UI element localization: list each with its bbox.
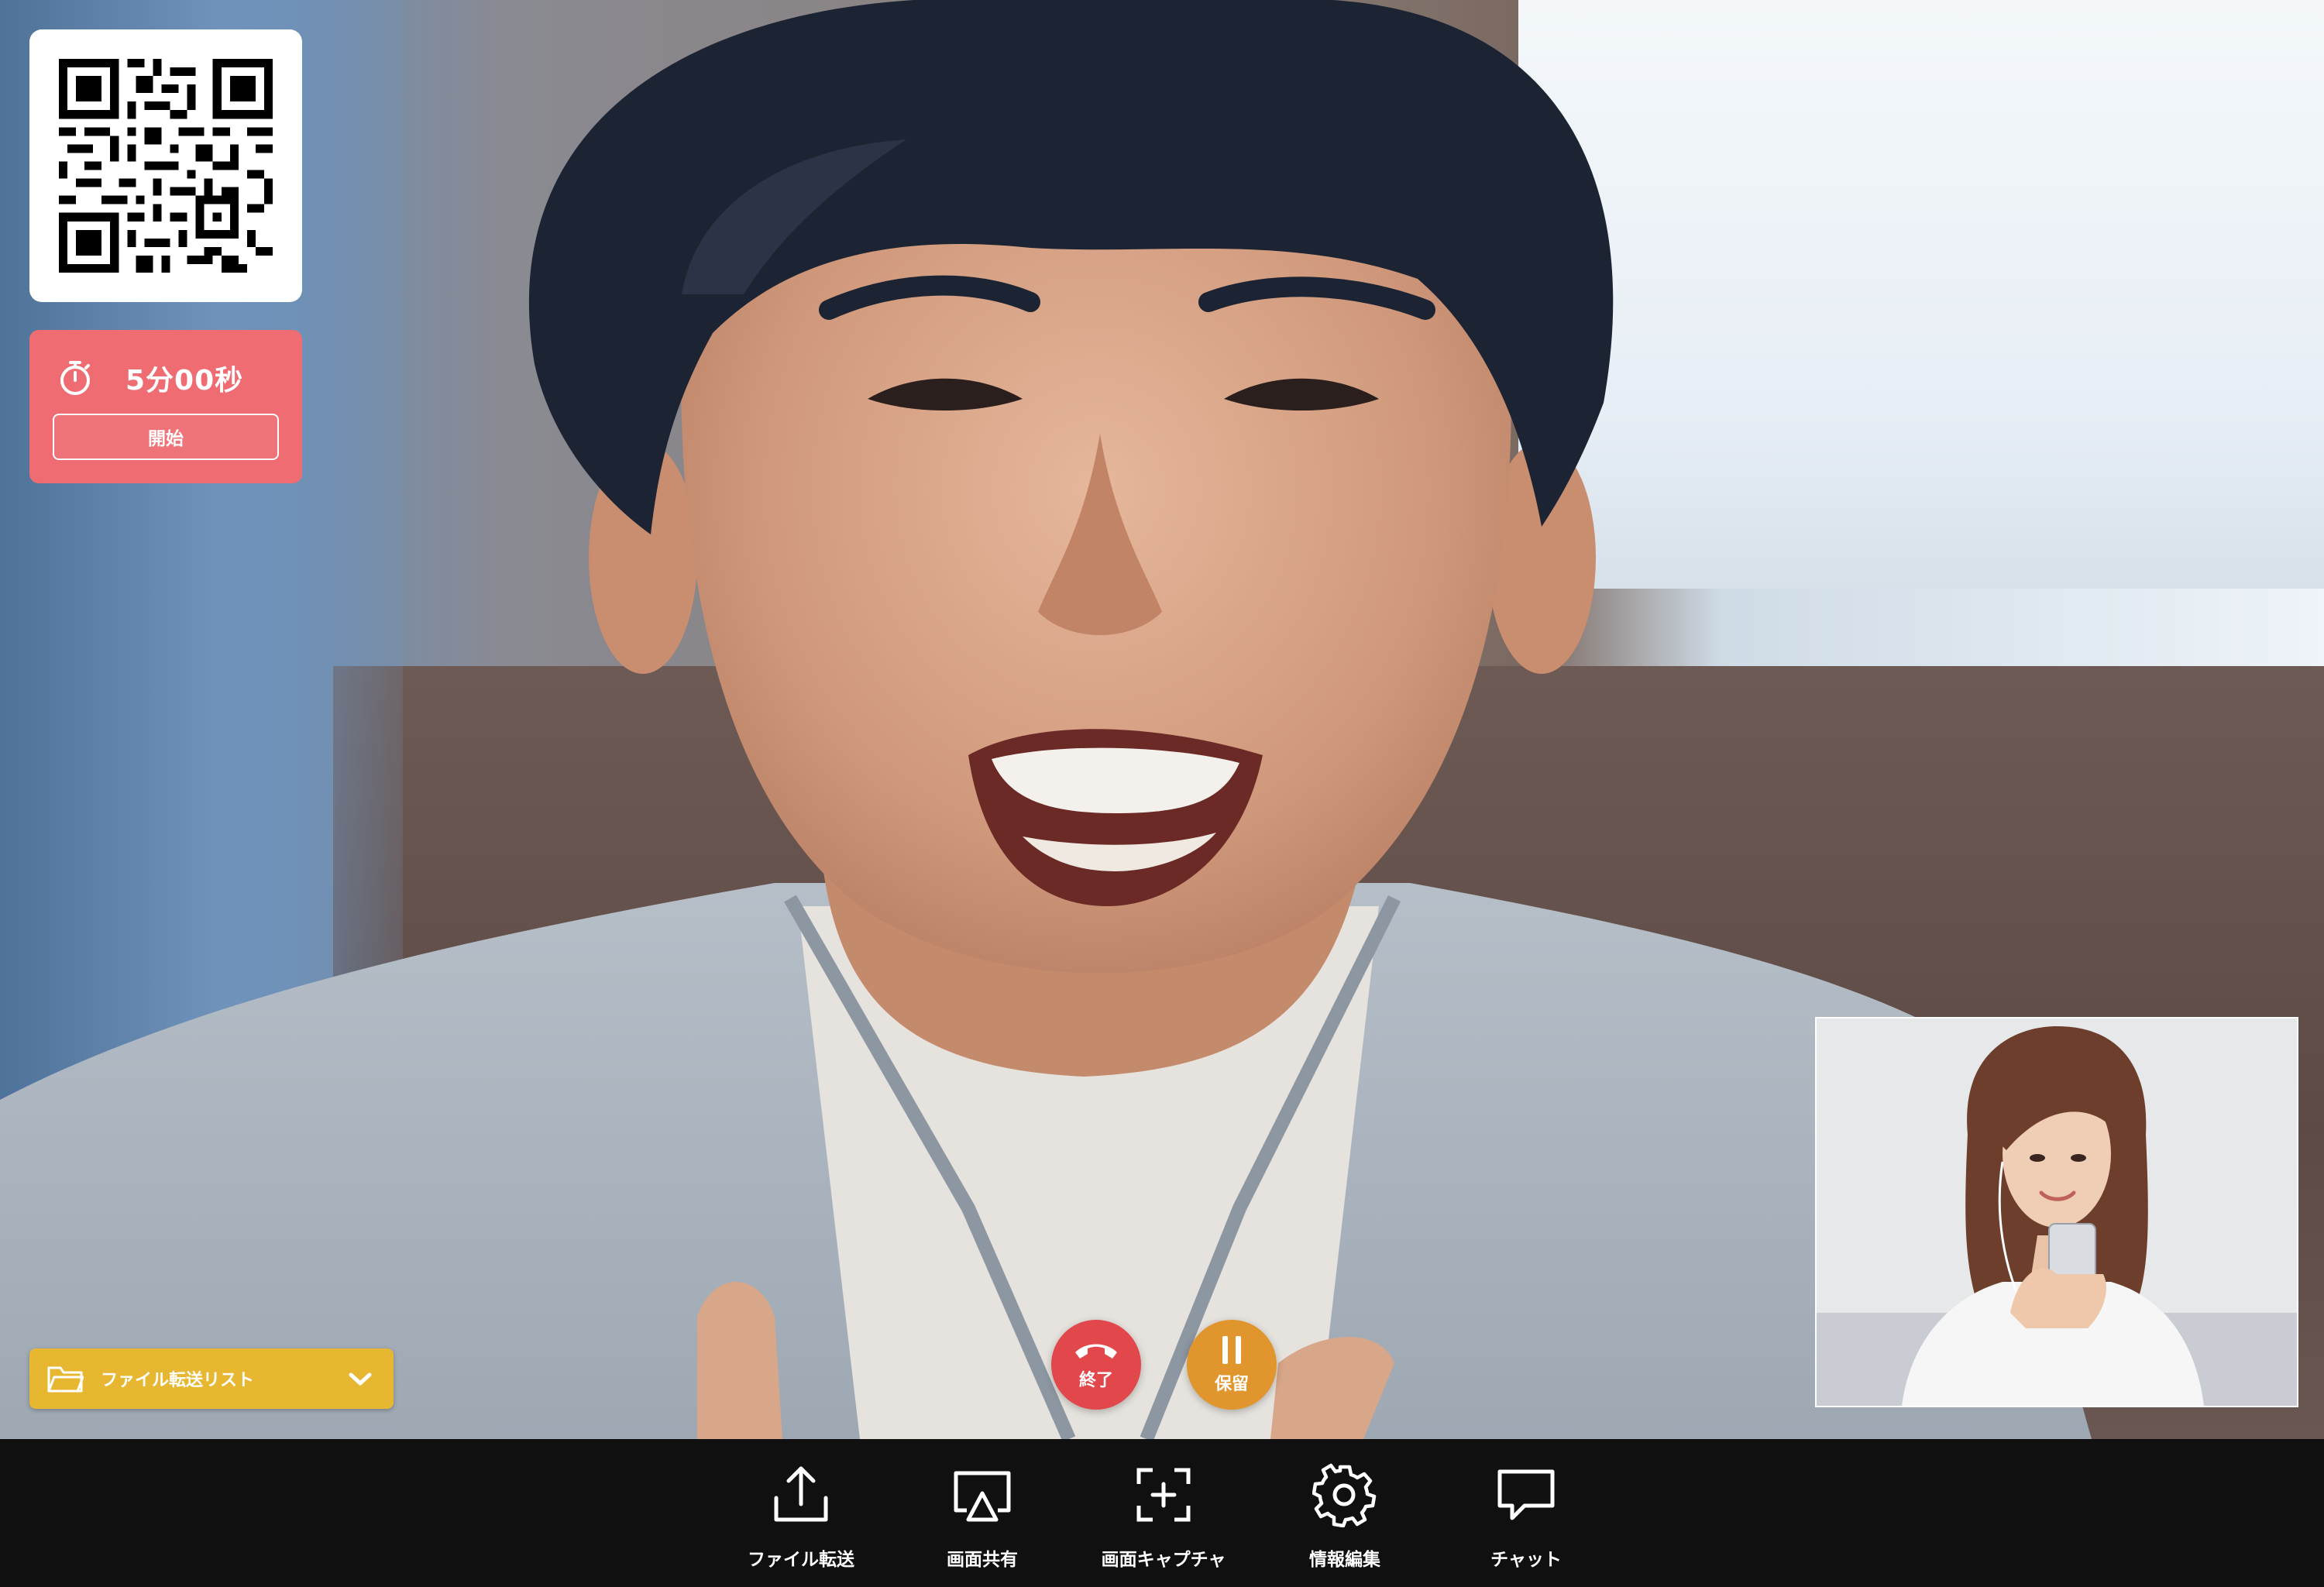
edit-info-label: 情報編集: [1309, 1550, 1380, 1570]
screen-share-icon: [954, 1471, 1011, 1522]
file-transfer-list-label: ファイル転送リスト: [101, 1371, 255, 1390]
chat-button[interactable]: チャット: [1437, 1462, 1615, 1578]
timer-start-button[interactable]: 開始: [53, 414, 279, 460]
screen-capture-icon: [1136, 1468, 1191, 1522]
screen-capture-button[interactable]: 画面キャプチャ: [1074, 1462, 1253, 1578]
stopwatch-icon: [60, 361, 90, 395]
gear-icon: [1312, 1463, 1377, 1527]
file-transfer-label: ファイル転送: [748, 1550, 854, 1570]
self-view-video[interactable]: [1815, 1017, 2298, 1407]
pause-icon: [1222, 1336, 1241, 1364]
screen-share-button[interactable]: 画面共有: [893, 1462, 1071, 1578]
file-transfer-button[interactable]: ファイル転送: [712, 1462, 890, 1578]
call-timer: 5分00秒 開始: [29, 330, 302, 483]
screen-capture-label: 画面キャプチャ: [1101, 1550, 1226, 1570]
hold-label: 保留: [1214, 1375, 1249, 1394]
chevron-down-icon: [349, 1372, 372, 1386]
local-participant: [1817, 1018, 2297, 1406]
screen-share-label: 画面共有: [947, 1550, 1018, 1570]
chat-label: チャット: [1490, 1550, 1562, 1570]
timer-value: 5分00秒: [125, 365, 244, 397]
hold-button[interactable]: 保留: [1187, 1320, 1277, 1410]
edit-info-button[interactable]: 情報編集: [1256, 1462, 1434, 1578]
end-call-label: 終了: [1078, 1371, 1113, 1390]
end-call-button[interactable]: 終了: [1051, 1320, 1141, 1410]
folder-icon: [47, 1366, 84, 1393]
bottom-toolbar: ファイル転送 画面共有 画面キャプチャ 情報編集 チャット: [0, 1439, 2324, 1587]
upload-icon: [774, 1466, 828, 1522]
chat-icon: [1497, 1469, 1555, 1520]
qr-code-card: [29, 29, 302, 302]
qr-code-icon: [59, 59, 273, 273]
file-transfer-list-dropdown[interactable]: ファイル転送リスト: [29, 1348, 394, 1409]
hang-up-icon: [1075, 1344, 1117, 1359]
